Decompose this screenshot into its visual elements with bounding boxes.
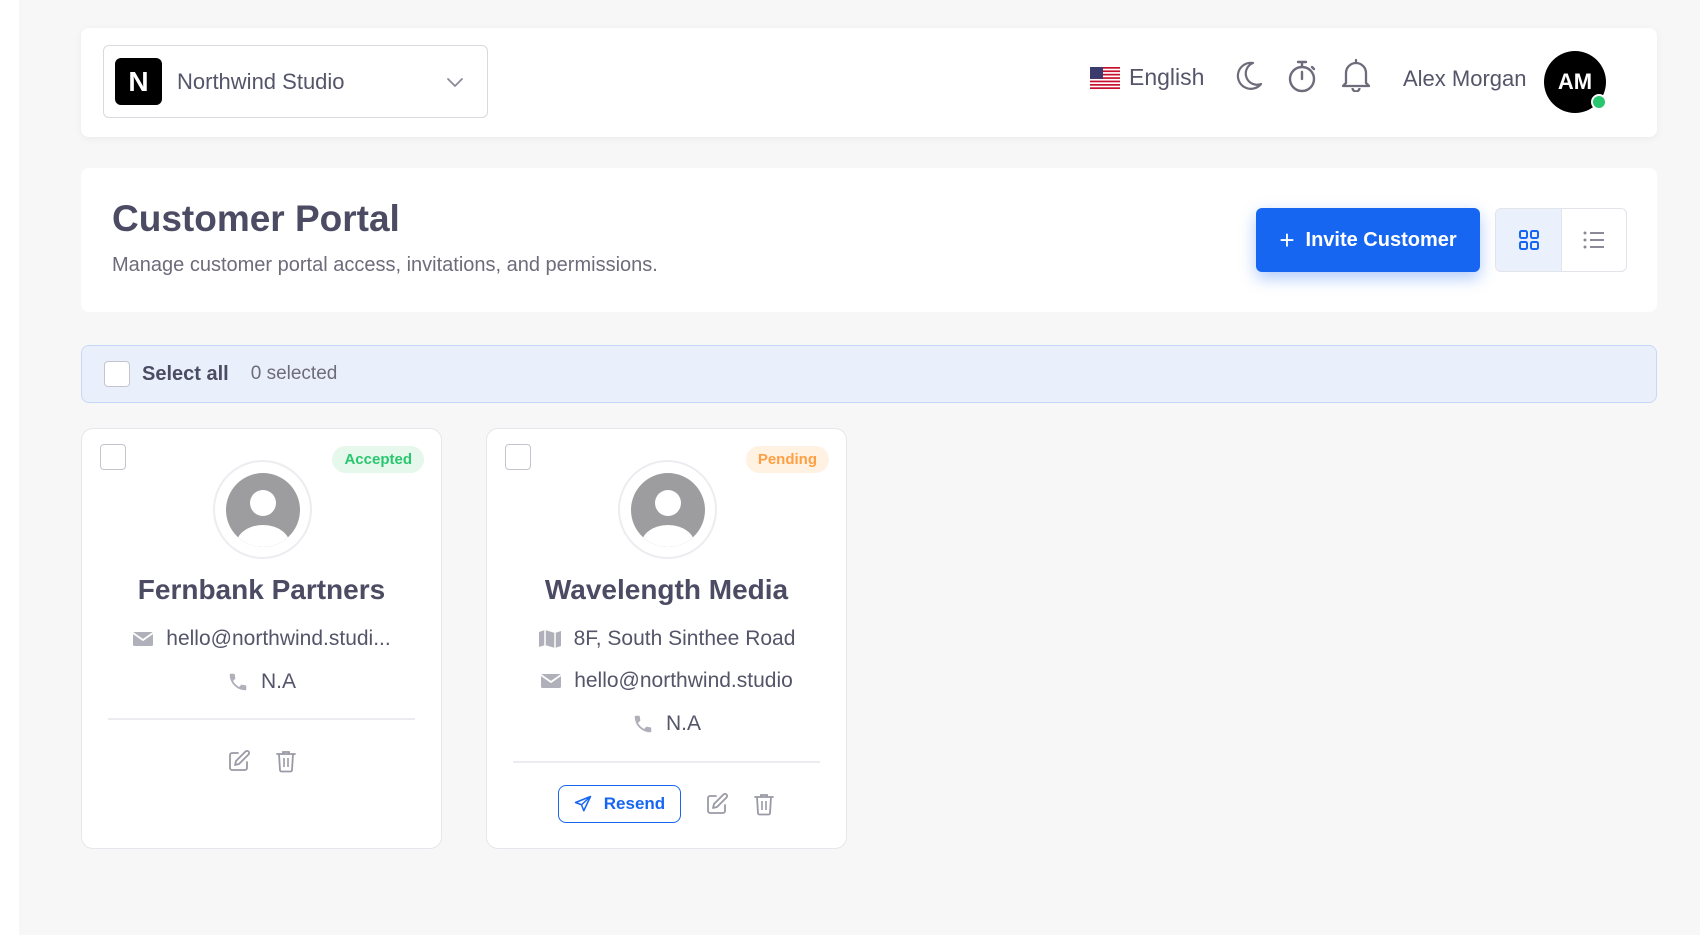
grid-view-button[interactable] xyxy=(1496,209,1561,271)
page-subtitle: Manage customer portal access, invitatio… xyxy=(112,254,658,276)
customer-card: Pending Wavelength Media 8F, South Sinth… xyxy=(486,428,847,849)
online-status-indicator xyxy=(1591,94,1607,110)
customer-avatar xyxy=(618,460,717,559)
trash-icon[interactable] xyxy=(275,749,297,773)
customer-address: 8F, South Sinthee Road xyxy=(573,627,796,650)
envelope-icon xyxy=(132,630,154,648)
send-icon xyxy=(574,795,592,812)
list-icon xyxy=(1583,231,1604,249)
status-badge: Accepted xyxy=(332,446,424,473)
customer-checkbox[interactable] xyxy=(505,444,531,470)
timer-icon[interactable] xyxy=(1286,58,1318,94)
view-toggle xyxy=(1495,208,1627,272)
customer-phone-row: N.A xyxy=(487,712,846,736)
customer-name: Fernbank Partners xyxy=(137,574,386,605)
customer-phone: N.A xyxy=(665,712,701,735)
edit-icon[interactable] xyxy=(705,792,729,816)
customer-address-row: 8F, South Sinthee Road xyxy=(487,627,846,651)
workspace-selector[interactable]: N Northwind Studio xyxy=(103,45,488,118)
customer-email: hello@northwind.studi... xyxy=(166,627,391,650)
top-navbar: N Northwind Studio English Alex Morgan A… xyxy=(81,28,1657,137)
phone-icon xyxy=(632,713,654,735)
language-label: English xyxy=(1129,64,1205,90)
customer-name: Wavelength Media xyxy=(544,574,789,605)
language-selector[interactable]: English xyxy=(1090,64,1204,91)
card-divider xyxy=(108,718,415,720)
workspace-logo: N xyxy=(115,58,162,105)
customer-phone: N.A xyxy=(260,670,296,693)
customer-avatar xyxy=(213,460,312,559)
card-actions: Resend xyxy=(487,785,846,823)
customer-email-row: hello@northwind.studi... xyxy=(82,627,441,651)
workspace-name: Northwind Studio xyxy=(177,68,345,94)
user-initials: AM xyxy=(1557,69,1593,94)
map-icon xyxy=(538,629,562,649)
bell-icon[interactable] xyxy=(1340,58,1372,92)
resend-invite-button[interactable]: Resend xyxy=(558,785,681,823)
edit-icon[interactable] xyxy=(227,749,251,773)
chevron-down-icon xyxy=(447,78,463,87)
envelope-icon xyxy=(540,672,562,690)
main-content: N Northwind Studio English Alex Morgan A… xyxy=(19,0,1700,935)
customer-email-row: hello@northwind.studio xyxy=(487,669,846,693)
phone-icon xyxy=(227,671,249,693)
us-flag-icon xyxy=(1090,66,1120,89)
invite-customer-label: Invite Customer xyxy=(1305,228,1457,251)
customer-card: Accepted Fernbank Partners hello@northwi… xyxy=(81,428,442,849)
selected-count: 0 selected xyxy=(250,363,338,384)
plus-icon: + xyxy=(1279,225,1295,255)
selection-bar: Select all 0 selected xyxy=(81,345,1657,403)
page-header-card: Customer Portal Manage customer portal a… xyxy=(81,168,1657,312)
invite-customer-button[interactable]: + Invite Customer xyxy=(1256,208,1480,272)
resend-label: Resend xyxy=(603,794,666,813)
select-all-label[interactable]: Select all xyxy=(142,363,229,386)
list-view-button[interactable] xyxy=(1561,209,1626,271)
customer-phone-row: N.A xyxy=(82,670,441,694)
user-placeholder-icon xyxy=(630,472,705,547)
select-all-checkbox[interactable] xyxy=(104,361,130,387)
card-actions xyxy=(82,749,441,773)
customer-checkbox[interactable] xyxy=(100,444,126,470)
status-badge: Pending xyxy=(745,446,829,473)
moon-icon[interactable] xyxy=(1234,60,1264,92)
user-avatar[interactable]: AM xyxy=(1544,51,1607,113)
trash-icon[interactable] xyxy=(753,792,775,816)
page-title: Customer Portal xyxy=(112,198,400,239)
grid-icon xyxy=(1518,230,1539,250)
card-divider xyxy=(513,761,820,763)
user-placeholder-icon xyxy=(225,472,300,547)
user-name: Alex Morgan xyxy=(1403,66,1527,91)
customer-email: hello@northwind.studio xyxy=(574,669,793,692)
